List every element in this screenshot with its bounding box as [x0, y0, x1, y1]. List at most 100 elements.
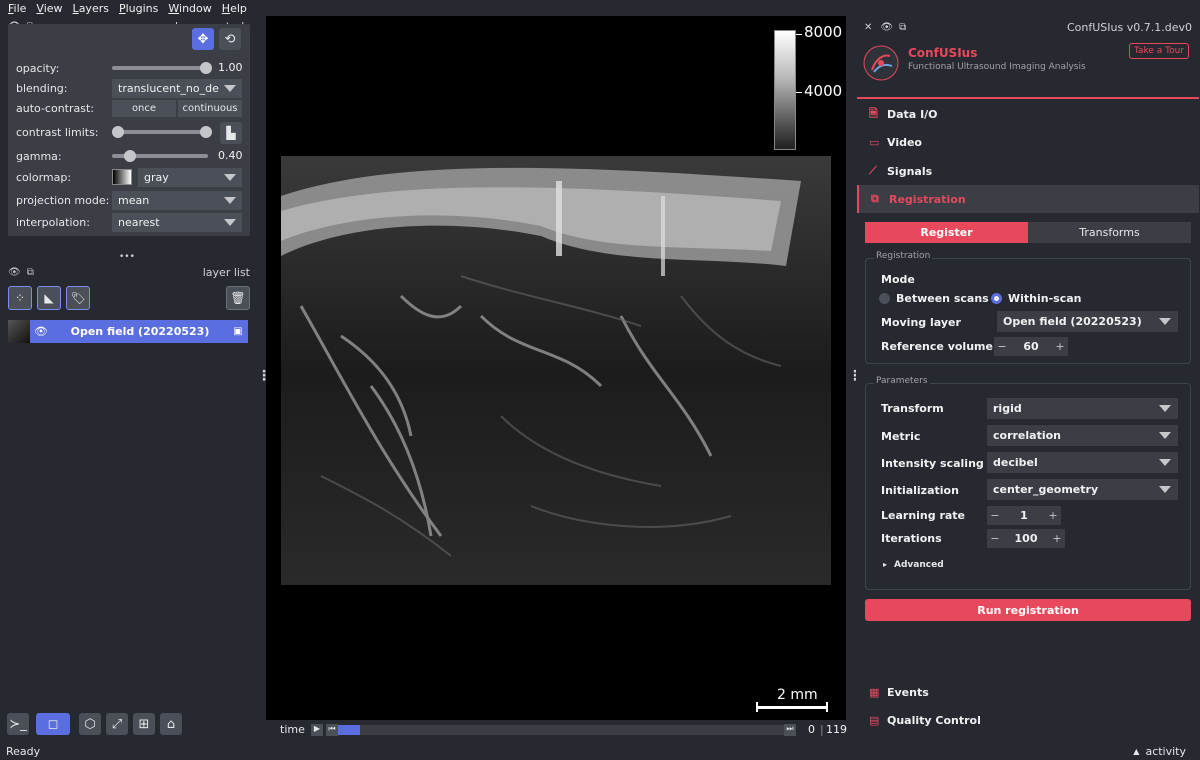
reference-volume-value[interactable]: 60 — [1010, 340, 1052, 353]
section-events[interactable]: ▦ Events — [857, 678, 1199, 706]
blending-select[interactable]: translucent_no_de — [112, 79, 242, 98]
image-layer-icon: ▣ — [228, 326, 248, 337]
chevron-down-icon — [224, 219, 236, 226]
contrast-limits-slider[interactable] — [112, 130, 212, 134]
home-icon[interactable]: ⌂ — [160, 713, 182, 735]
opacity-slider-handle[interactable] — [200, 62, 212, 74]
plugin-subtitle: Functional Ultrasound Imaging Analysis — [908, 62, 1086, 72]
activity-button[interactable]: activity — [1145, 745, 1186, 758]
section-quality-control[interactable]: ▤ Quality Control — [857, 706, 1199, 734]
transpose-icon[interactable]: ⤢ — [106, 713, 128, 735]
iterations-spinbox[interactable]: − 100 + — [987, 529, 1065, 548]
plugin-dock-title: ConfUSIus v0.7.1.dev0 — [1067, 21, 1192, 34]
layer-row-open-field[interactable]: 👁 Open field (20220523) ▣ — [30, 320, 248, 343]
plus-icon[interactable]: + — [1049, 532, 1065, 545]
contrast-min-handle[interactable] — [112, 126, 124, 138]
minus-icon[interactable]: − — [987, 509, 1003, 522]
menu-layers[interactable]: Layers — [73, 2, 109, 15]
tab-transforms[interactable]: Transforms — [1028, 222, 1191, 243]
menu-window[interactable]: Window — [168, 2, 211, 15]
float-dock-icon[interactable]: ⧉ — [27, 267, 34, 278]
plugin-name: ConfUSIus — [908, 46, 977, 60]
pan-zoom-icon[interactable]: ✥ — [192, 28, 214, 50]
gamma-slider-handle[interactable] — [124, 150, 136, 162]
learning-rate-spinbox[interactable]: − 1 + — [987, 506, 1061, 525]
visibility-toggle-icon[interactable]: 👁 — [880, 22, 893, 33]
parameters-group-title: Parameters — [874, 376, 930, 386]
layer-list-title: layer list — [203, 266, 250, 279]
moving-layer-value: Open field (20220523) — [1003, 315, 1142, 328]
transform-icon[interactable]: ⟲ — [219, 28, 241, 50]
time-slider-track[interactable] — [338, 725, 784, 735]
opacity-slider[interactable] — [112, 66, 208, 70]
chevron-right-icon[interactable]: ▸ — [883, 560, 887, 569]
contrast-max-handle[interactable] — [200, 126, 212, 138]
interpolation-select[interactable]: nearest — [112, 213, 242, 232]
eye-icon[interactable]: 👁 — [30, 325, 52, 338]
metric-select[interactable]: correlation — [987, 425, 1178, 446]
console-icon[interactable]: ≻_ — [7, 713, 29, 735]
gamma-slider[interactable] — [112, 154, 208, 158]
mode-within-label[interactable]: Within-scan — [1008, 292, 1081, 305]
menu-plugins[interactable]: Plugins — [119, 2, 158, 15]
advanced-toggle[interactable]: Advanced — [894, 560, 944, 570]
plus-icon[interactable]: + — [1045, 509, 1061, 522]
plus-icon[interactable]: + — [1052, 340, 1068, 353]
section-data-io[interactable]: 🗎 Data I/O — [857, 100, 1199, 128]
time-current-value[interactable]: 0 — [808, 723, 815, 736]
learning-rate-value[interactable]: 1 — [1003, 509, 1045, 522]
menu-help[interactable]: Help — [222, 2, 247, 15]
new-labels-layer-icon[interactable]: 🏷 — [66, 286, 90, 310]
chevron-up-icon[interactable]: ▲ — [1133, 747, 1139, 756]
reference-volume-spinbox[interactable]: − 60 + — [994, 337, 1068, 356]
mode-within-radio[interactable] — [991, 293, 1002, 304]
initialization-select[interactable]: center_geometry — [987, 479, 1178, 500]
play-icon[interactable]: ▶ — [311, 724, 323, 736]
reference-volume-label: Reference volume — [881, 340, 993, 353]
dock-resize-handle[interactable]: ••• — [119, 252, 135, 262]
interpolation-value: nearest — [118, 216, 160, 229]
float-dock-icon[interactable]: ⧉ — [899, 22, 906, 33]
new-points-layer-icon[interactable]: ⁘ — [8, 286, 32, 310]
minus-icon[interactable]: − — [987, 532, 1003, 545]
layer-name[interactable]: Open field (20220523) — [52, 325, 228, 338]
roll-dims-icon[interactable]: ⬡ — [79, 713, 101, 735]
menu-view[interactable]: View — [36, 2, 62, 15]
moving-layer-label: Moving layer — [881, 316, 961, 329]
new-shapes-layer-icon[interactable]: ◣ — [37, 286, 61, 310]
histogram-icon[interactable]: ▙ — [220, 122, 242, 144]
menu-file[interactable]: File — [8, 2, 26, 15]
run-registration-button[interactable]: Run registration — [865, 599, 1191, 621]
auto-contrast-once-button[interactable]: once — [112, 100, 176, 117]
registration-group-title: Registration — [874, 251, 932, 261]
viewer-canvas[interactable]: 8000 4000 2 mm — [266, 16, 846, 720]
colormap-select[interactable]: gray — [138, 168, 242, 187]
mode-between-radio[interactable] — [879, 293, 890, 304]
section-registration[interactable]: ⧉ Registration — [857, 185, 1199, 213]
transform-select[interactable]: rigid — [987, 398, 1178, 419]
step-forward-icon[interactable]: ⏭ — [784, 724, 796, 736]
tab-register[interactable]: Register — [865, 222, 1028, 243]
chevron-down-icon — [224, 197, 236, 204]
auto-contrast-continuous-button[interactable]: continuous — [178, 100, 242, 117]
section-signals[interactable]: ⟋ Signals — [857, 157, 1199, 185]
section-video[interactable]: ▭ Video — [857, 128, 1199, 156]
take-tour-button[interactable]: Take a Tour — [1129, 43, 1189, 59]
grid-icon[interactable]: ⊞ — [133, 713, 155, 735]
time-slider-handle[interactable] — [338, 725, 360, 735]
step-back-icon[interactable]: ⏮ — [326, 724, 338, 736]
delete-layer-icon[interactable]: 🗑 — [226, 286, 250, 310]
ndisplay-toggle-icon[interactable]: ◻ — [36, 713, 70, 735]
intensity-scaling-select[interactable]: decibel — [987, 452, 1178, 473]
chevron-down-icon — [1159, 486, 1171, 493]
section-video-label: Video — [887, 136, 922, 149]
intensity-scaling-value: decibel — [993, 456, 1038, 469]
moving-layer-select[interactable]: Open field (20220523) — [997, 311, 1178, 332]
ultrasound-image — [281, 156, 831, 585]
iterations-value[interactable]: 100 — [1003, 532, 1049, 545]
mode-between-label[interactable]: Between scans — [896, 292, 989, 305]
minus-icon[interactable]: − — [994, 340, 1010, 353]
visibility-toggle-icon[interactable]: 👁 — [8, 267, 21, 278]
projection-select[interactable]: mean — [112, 191, 242, 210]
close-icon[interactable]: ✕ — [864, 22, 872, 33]
